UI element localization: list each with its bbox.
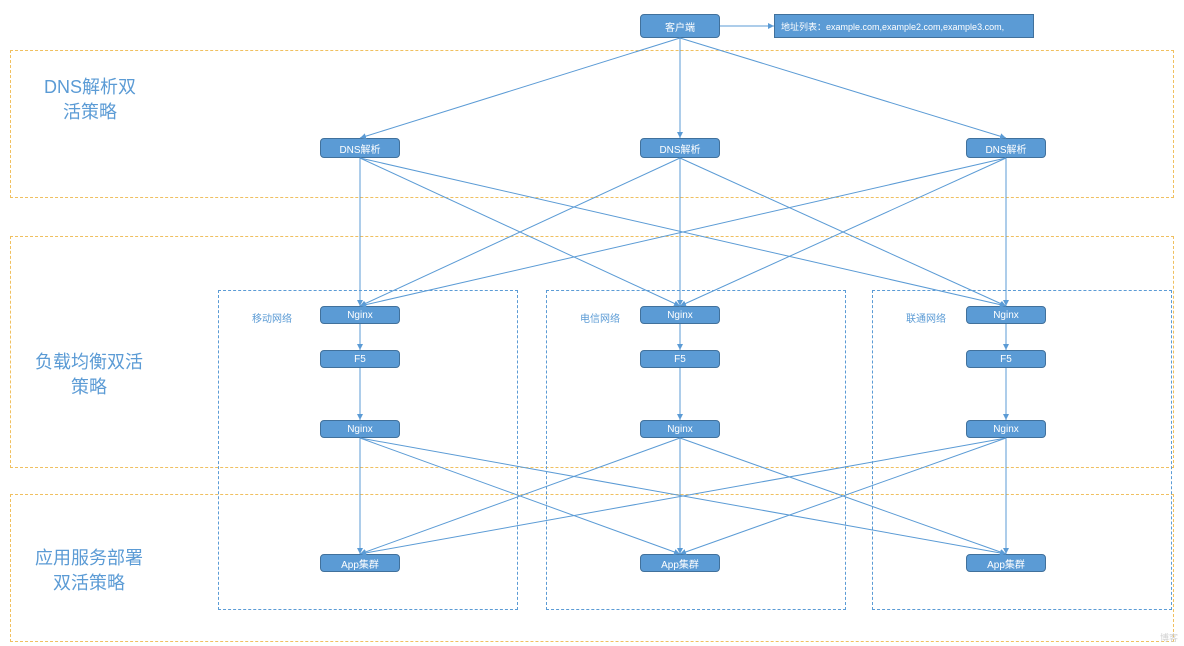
node-f5-2: F5 [640,350,720,368]
node-nginx-bot-2: Nginx [640,420,720,438]
node-app-3: App集群 [966,554,1046,572]
node-dns-2: DNS解析 [640,138,720,158]
node-dns-3: DNS解析 [966,138,1046,158]
zone-dns [10,50,1174,198]
node-nginx-bot-1: Nginx [320,420,400,438]
node-nginx-top-3: Nginx [966,306,1046,324]
net-label-3: 联通网络 [906,310,946,325]
node-dns-1: DNS解析 [320,138,400,158]
node-client: 客户端 [640,14,720,38]
node-nginx-top-1: Nginx [320,306,400,324]
node-nginx-top-2: Nginx [640,306,720,324]
node-app-1: App集群 [320,554,400,572]
node-addrlist: 地址列表：example.com,example2.com,example3.c… [774,14,1034,38]
node-nginx-bot-3: Nginx [966,420,1046,438]
label-lb: 负载均衡双活 策略 [24,350,154,400]
net-label-2: 电信网络 [580,310,620,325]
net-label-1: 移动网络 [252,310,292,325]
node-f5-3: F5 [966,350,1046,368]
node-app-2: App集群 [640,554,720,572]
label-app: 应用服务部署 双活策略 [24,546,154,596]
watermark: 博客 [1160,631,1178,644]
label-dns: DNS解析双 活策略 [30,75,150,125]
node-f5-1: F5 [320,350,400,368]
